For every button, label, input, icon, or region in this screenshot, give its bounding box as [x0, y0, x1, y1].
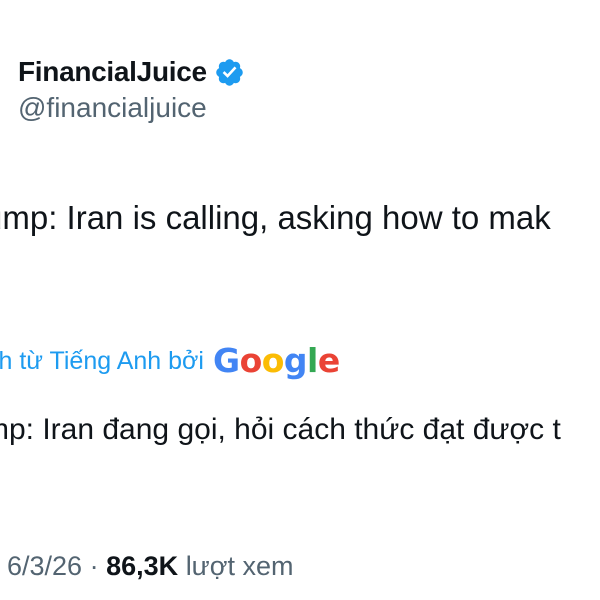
meta-separator: ·: [89, 551, 99, 581]
google-logo: Google: [212, 341, 340, 380]
translated-text-content: mp: Iran đang gọi, hỏi cách thức đạt đượ…: [0, 413, 561, 446]
verified-badge-icon[interactable]: [214, 57, 245, 88]
tweet-text: ump: Iran is calling, asking how to mak: [0, 198, 600, 238]
tweet-author[interactable]: FinancialJuice @financialjuice: [18, 56, 245, 124]
author-name-row: FinancialJuice: [18, 56, 245, 88]
translation-attribution: ch từ Tiếng Anh bởi Google: [0, 341, 600, 381]
tweet-meta: 6/3/26 · 86,3K lượt xem: [0, 546, 600, 586]
tweet-date[interactable]: 6/3/26: [7, 551, 82, 581]
author-handle[interactable]: @financialjuice: [18, 92, 245, 124]
tweet-text-content: ump: Iran is calling, asking how to mak: [0, 199, 551, 236]
views-count: 86,3K: [106, 551, 179, 581]
translated-by-link[interactable]: ch từ Tiếng Anh bởi: [0, 347, 204, 376]
views-label: lượt xem: [185, 551, 294, 581]
author-display-name[interactable]: FinancialJuice: [18, 56, 207, 88]
translated-tweet-text: mp: Iran đang gọi, hỏi cách thức đạt đượ…: [0, 410, 600, 450]
